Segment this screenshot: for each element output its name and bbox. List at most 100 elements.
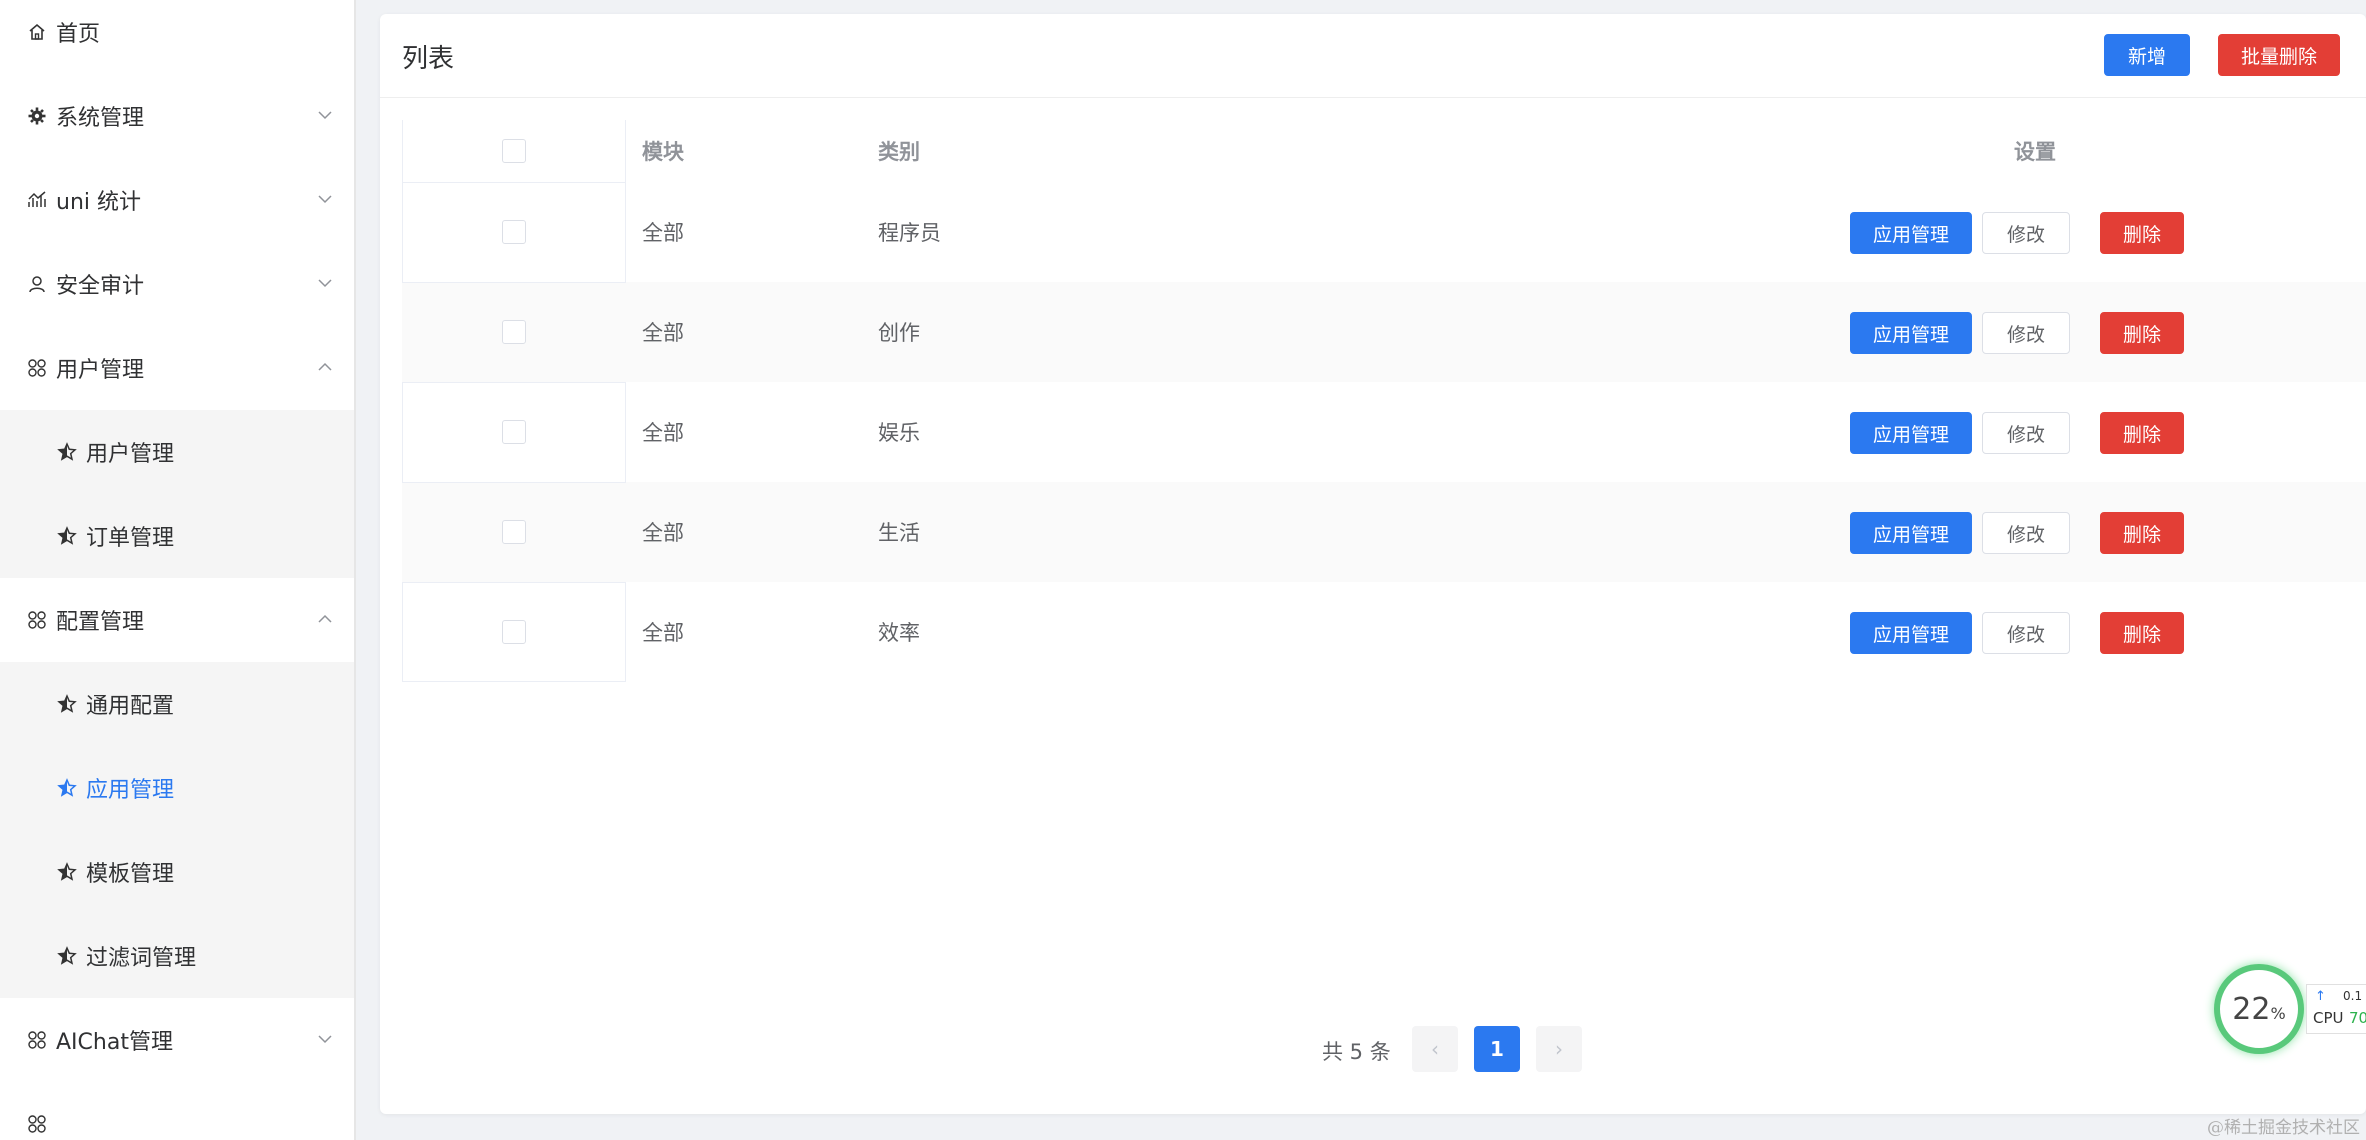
- upload-speed: 0.1: [2343, 989, 2363, 1003]
- sidebar-subitem-label: 模板管理: [86, 862, 175, 887]
- edit-button[interactable]: 修改: [1982, 412, 2070, 454]
- prev-page-button[interactable]: ‹: [1412, 1026, 1458, 1072]
- sidebar-item-cutoff[interactable]: [0, 1082, 354, 1140]
- cpu-percent-value: 22: [2232, 991, 2271, 1027]
- star-icon: [56, 441, 78, 463]
- cpu-stats-panel: ↑ 0.1 CPU 70: [2306, 984, 2366, 1034]
- card-header: 列表 新增 批量删除: [380, 14, 2366, 98]
- sidebar-item-label: 配置管理: [56, 610, 145, 635]
- sidebar-item-home[interactable]: 首页: [0, 0, 354, 74]
- cpu-monitor-widget[interactable]: 22% ↑ 0.1 CPU 70: [2210, 960, 2366, 1070]
- chevron-up-icon: [314, 356, 336, 378]
- sidebar-subitem-app-management[interactable]: 应用管理: [0, 746, 354, 830]
- sidebar-item-aichat-management[interactable]: AIChat管理: [0, 998, 354, 1082]
- cpu-percent-sign: %: [2270, 1003, 2286, 1023]
- sidebar-subitem-user[interactable]: 用户管理: [0, 410, 354, 494]
- add-button[interactable]: 新增: [2104, 34, 2190, 76]
- chevron-right-icon: ›: [1555, 1037, 1563, 1061]
- delete-button[interactable]: 删除: [2100, 212, 2184, 254]
- user-icon: [26, 273, 48, 295]
- row-divider: [402, 382, 626, 383]
- sidebar-item-security-audit[interactable]: 安全审计: [0, 242, 354, 326]
- table-row: 全部 效率 应用管理 修改 删除: [402, 582, 2366, 682]
- grid-icon: [26, 357, 48, 379]
- batch-delete-button[interactable]: 批量删除: [2218, 34, 2340, 76]
- category-cell: 娱乐: [878, 421, 920, 445]
- sidebar-subitem-label: 订单管理: [86, 526, 175, 551]
- app-manage-button[interactable]: 应用管理: [1850, 312, 1972, 354]
- grid-icon: [26, 1029, 48, 1051]
- chevron-down-icon: [314, 272, 336, 294]
- edit-button[interactable]: 修改: [1982, 512, 2070, 554]
- select-cell: [402, 382, 626, 482]
- star-icon: [56, 693, 78, 715]
- edit-button[interactable]: 修改: [1982, 612, 2070, 654]
- star-icon: [56, 861, 78, 883]
- sidebar-subitem-label: 通用配置: [86, 694, 175, 719]
- row-checkbox[interactable]: [502, 620, 526, 644]
- row-checkbox[interactable]: [502, 220, 526, 244]
- sidebar-item-label: 安全审计: [56, 274, 145, 299]
- edit-button[interactable]: 修改: [1982, 312, 2070, 354]
- table-row: 全部 创作 应用管理 修改 删除: [402, 282, 2366, 382]
- grid-icon: [26, 609, 48, 631]
- sidebar-item-system[interactable]: 系统管理: [0, 74, 354, 158]
- star-icon: [56, 945, 78, 967]
- sidebar-subitem-general-config[interactable]: 通用配置: [0, 662, 354, 746]
- row-checkbox[interactable]: [502, 520, 526, 544]
- upload-arrow-icon: ↑: [2315, 989, 2326, 1004]
- header-module: 模块: [642, 140, 684, 164]
- gear-icon: [26, 105, 48, 127]
- select-cell: [402, 582, 626, 682]
- module-cell: 全部: [642, 321, 684, 345]
- delete-button[interactable]: 删除: [2100, 312, 2184, 354]
- sidebar-subitem-filter-words[interactable]: 过滤词管理: [0, 914, 354, 998]
- sidebar-item-user-management[interactable]: 用户管理: [0, 326, 354, 410]
- delete-button[interactable]: 删除: [2100, 412, 2184, 454]
- sidebar-subitem-label: 过滤词管理: [86, 946, 197, 971]
- chevron-down-icon: [314, 104, 336, 126]
- sidebar-subitem-orders[interactable]: 订单管理: [0, 494, 354, 578]
- sidebar-subitem-label: 用户管理: [86, 442, 175, 467]
- sidebar-item-uni-stats[interactable]: uni 统计: [0, 158, 354, 242]
- sidebar-subitem-template-management[interactable]: 模板管理: [0, 830, 354, 914]
- app-manage-button[interactable]: 应用管理: [1850, 512, 1972, 554]
- table-row: 全部 生活 应用管理 修改 删除: [402, 482, 2366, 582]
- page-1-button[interactable]: 1: [1474, 1026, 1520, 1072]
- module-cell: 全部: [642, 221, 684, 245]
- chevron-down-icon: [314, 1028, 336, 1050]
- app-manage-button[interactable]: 应用管理: [1850, 612, 1972, 654]
- row-checkbox[interactable]: [502, 420, 526, 444]
- grid-icon: [26, 1113, 48, 1135]
- header-select-all-cell: [402, 120, 626, 182]
- next-page-button[interactable]: ›: [1536, 1026, 1582, 1072]
- select-cell: [402, 482, 626, 582]
- sidebar-subitem-label: 应用管理: [86, 778, 175, 803]
- table-row: 全部 娱乐 应用管理 修改 删除: [402, 382, 2366, 482]
- chevron-left-icon: ‹: [1431, 1037, 1439, 1061]
- module-cell: 全部: [642, 421, 684, 445]
- select-cell: [402, 282, 626, 382]
- select-all-checkbox[interactable]: [502, 139, 526, 163]
- stats-icon: [26, 189, 48, 211]
- app-manage-button[interactable]: 应用管理: [1850, 412, 1972, 454]
- sidebar-item-label: uni 统计: [56, 190, 141, 215]
- sidebar-item-config-management[interactable]: 配置管理: [0, 578, 354, 662]
- category-cell: 创作: [878, 321, 920, 345]
- pagination-total: 共 5 条: [1322, 1040, 1391, 1064]
- row-checkbox[interactable]: [502, 320, 526, 344]
- header-category: 类别: [878, 140, 920, 164]
- data-table: 模块 类别 设置 全部 程序员 应用管理 修改 删除 全部 创作 应用管理 修改…: [402, 120, 2366, 682]
- page-title: 列表: [402, 44, 455, 74]
- delete-button[interactable]: 删除: [2100, 612, 2184, 654]
- module-cell: 全部: [642, 621, 684, 645]
- edit-button[interactable]: 修改: [1982, 212, 2070, 254]
- app-manage-button[interactable]: 应用管理: [1850, 212, 1972, 254]
- star-icon: [56, 777, 78, 799]
- chevron-down-icon: [314, 188, 336, 210]
- watermark: @稀土掘金技术社区: [2207, 1118, 2360, 1138]
- list-card: 列表 新增 批量删除 模块 类别 设置 全部 程序员 应用管理 修改 删除 全部: [380, 14, 2366, 1114]
- delete-button[interactable]: 删除: [2100, 512, 2184, 554]
- category-cell: 生活: [878, 521, 920, 545]
- sidebar: 首页 系统管理 uni 统计 安全审计 用户管理 用户管理 订单管理 配置管理 …: [0, 0, 356, 1140]
